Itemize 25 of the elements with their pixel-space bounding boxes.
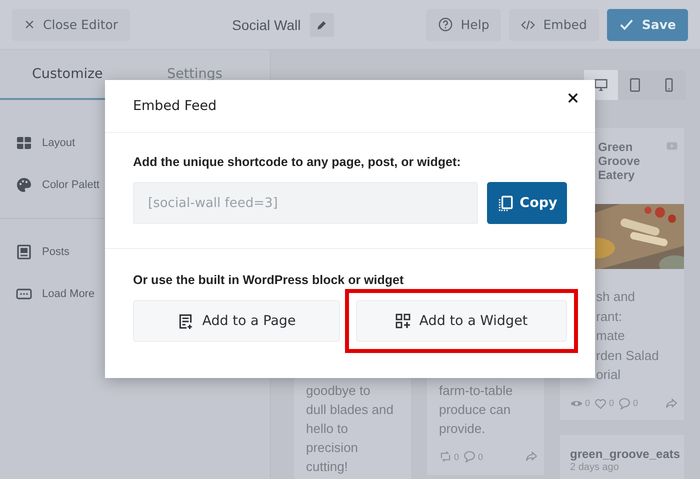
author-name: Green Groove Eatery [598, 140, 642, 182]
post-text-line: farm-to-table [439, 382, 514, 400]
post-text-line: dull blades and [306, 401, 394, 419]
post-text-line: cutting! [306, 458, 349, 476]
post-text-line: provide. [439, 420, 486, 438]
post-text-line: goodbye to [306, 382, 372, 400]
post-time: 2 days ago [570, 462, 620, 474]
block-label: Or use the built in WordPress block or widget [133, 273, 405, 287]
post-text-line: precision [306, 439, 360, 457]
post-text-line: rden Salad [596, 346, 660, 364]
stat-count: 0 [609, 397, 614, 409]
post-text-line: sh and [596, 288, 636, 306]
post-text-line: produce can [439, 401, 512, 419]
account-handle: green_groove_eats [570, 446, 678, 462]
post-text-line: orial [596, 366, 622, 384]
feed-title: Social Wall [232, 16, 301, 32]
shortcode-label: Add the unique shortcode to any page, post, or widget: [133, 155, 462, 169]
post-text-line: mate [596, 327, 626, 345]
post-text-line: hello to [306, 420, 349, 438]
post-text-line: rant: [596, 308, 624, 326]
stat-count: 0 [585, 397, 590, 409]
dialog-title: Embed Feed [133, 98, 217, 114]
stat-count: 0 [478, 450, 484, 462]
stat-count: 0 [454, 450, 460, 462]
stat-count: 0 [633, 397, 638, 409]
